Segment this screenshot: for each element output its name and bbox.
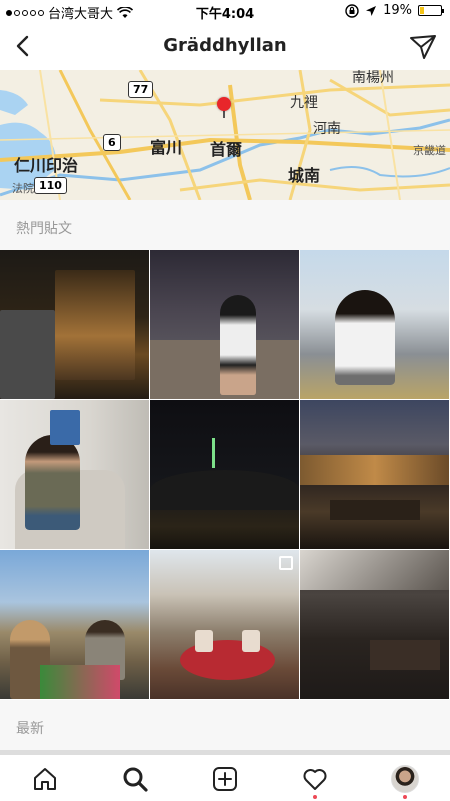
battery-icon bbox=[418, 5, 444, 16]
post-thumbnail[interactable] bbox=[150, 400, 299, 549]
post-thumbnail[interactable] bbox=[0, 550, 149, 699]
post-thumbnail[interactable] bbox=[0, 400, 149, 549]
location-pin-icon[interactable] bbox=[217, 97, 231, 111]
location-map[interactable]: 南楊州 九裡 河南 京畿道 富川 首爾 仁川印治 城南 法院 77 6 110 bbox=[0, 70, 450, 200]
heart-icon bbox=[303, 769, 327, 790]
status-right: 19% bbox=[345, 3, 444, 18]
post-thumbnail[interactable] bbox=[0, 250, 149, 399]
post-thumbnail[interactable] bbox=[300, 400, 449, 549]
map-label-beopo: 法院 bbox=[12, 182, 34, 195]
map-label-incheon: 仁川印治 bbox=[14, 156, 79, 175]
battery-percent: 19% bbox=[383, 3, 412, 18]
tab-activity[interactable] bbox=[297, 761, 333, 797]
recent-posts-label: 最新 bbox=[16, 721, 44, 737]
top-posts-label: 熱門貼文 bbox=[16, 221, 72, 237]
carousel-icon bbox=[279, 556, 293, 570]
map-label-seongnam: 城南 bbox=[288, 166, 321, 185]
recent-posts-header: 最新 bbox=[0, 700, 450, 750]
tab-search[interactable] bbox=[117, 761, 153, 797]
bottom-tab-bar bbox=[0, 754, 450, 801]
status-bar: 台湾大哥大 下午4:04 19% bbox=[0, 0, 450, 22]
post-thumbnail[interactable] bbox=[150, 250, 299, 399]
profile-notification-dot bbox=[403, 795, 407, 799]
orientation-lock-icon bbox=[345, 3, 359, 18]
avatar bbox=[391, 765, 419, 793]
map-label-guri: 九裡 bbox=[290, 95, 318, 111]
map-label-namyangju: 南楊州 bbox=[352, 70, 394, 86]
map-label-seoul: 首爾 bbox=[210, 140, 243, 159]
post-thumbnail[interactable] bbox=[300, 250, 449, 399]
paper-plane-icon[interactable] bbox=[408, 32, 438, 62]
tab-home[interactable] bbox=[27, 761, 63, 797]
tab-add[interactable] bbox=[207, 761, 243, 797]
location-arrow-icon bbox=[366, 5, 377, 16]
route-110-badge: 110 bbox=[34, 177, 67, 194]
post-thumbnail[interactable] bbox=[300, 550, 449, 699]
map-label-gyeonggi: 京畿道 bbox=[413, 144, 446, 157]
route-77-badge: 77 bbox=[128, 81, 154, 98]
map-pin-stem bbox=[223, 110, 225, 118]
post-thumbnail[interactable] bbox=[150, 550, 299, 699]
tab-profile[interactable] bbox=[387, 761, 423, 797]
navigation-bar: Gräddhyllan bbox=[0, 22, 450, 71]
map-drawing bbox=[0, 70, 450, 200]
map-label-bucheon: 富川 bbox=[150, 138, 183, 157]
top-posts-grid bbox=[0, 250, 450, 700]
page-title: Gräddhyllan bbox=[163, 35, 287, 56]
activity-notification-dot bbox=[313, 795, 317, 799]
top-posts-header: 熱門貼文 bbox=[0, 200, 450, 250]
search-icon bbox=[123, 767, 148, 792]
home-icon bbox=[34, 768, 56, 790]
plus-square-icon bbox=[213, 767, 237, 791]
map-label-hanam: 河南 bbox=[313, 121, 341, 137]
route-6-badge: 6 bbox=[103, 134, 121, 151]
